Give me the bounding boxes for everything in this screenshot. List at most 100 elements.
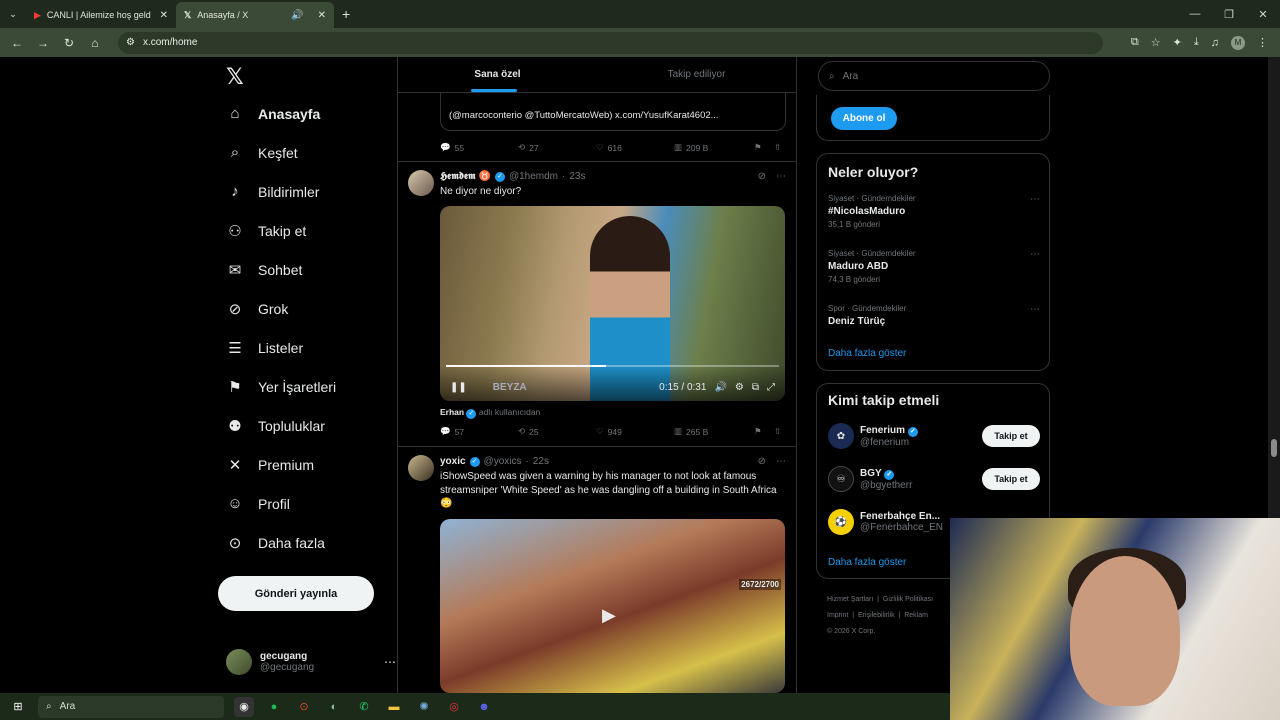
profile-avatar[interactable]: M <box>1231 35 1245 50</box>
subscribe-button[interactable]: Abone ol <box>831 107 897 130</box>
bookmark-icon[interactable]: ⚑ <box>754 426 774 437</box>
x-logo-icon[interactable]: 𝕏 <box>226 65 244 90</box>
footer-link[interactable]: Gizlilik Politikası <box>883 596 933 603</box>
author-handle[interactable]: @yoxics <box>484 456 522 467</box>
browser-tab-x[interactable]: 𝕏 Anasayfa / X 🔊 ✕ <box>176 2 334 28</box>
author-name[interactable]: yoxic <box>440 456 466 467</box>
minimize-icon[interactable]: — <box>1178 0 1212 28</box>
author-handle[interactable]: @1hemdm <box>509 171 558 182</box>
back-icon[interactable]: ← <box>6 36 28 50</box>
play-icon[interactable]: ▶ <box>602 605 616 626</box>
nav-lists[interactable]: ☰ Listeler <box>226 339 303 357</box>
more-dots-icon[interactable]: ⋯ <box>776 171 786 182</box>
fullscreen-icon[interactable]: ⤢ <box>767 382 775 393</box>
post-button[interactable]: Gönderi yayınla <box>218 576 374 611</box>
scrollbar-thumb[interactable] <box>1271 439 1277 457</box>
windows-start-icon[interactable]: ⊞ <box>8 697 28 717</box>
avatar[interactable] <box>408 455 434 481</box>
new-tab-icon[interactable]: + <box>342 6 350 22</box>
spotify-icon[interactable]: ● <box>264 697 284 717</box>
trend-item[interactable]: Siyaset · Gündemdekiler Maduro ABD 74,3 … <box>828 249 1040 284</box>
grok-icon[interactable]: ⊘ <box>758 171 766 182</box>
footer-link[interactable]: Hizmet Şartları <box>827 596 873 603</box>
more-dots-icon[interactable]: ⋯ <box>776 456 786 467</box>
more-dots-icon[interactable]: ⋯ <box>1030 249 1040 260</box>
forward-icon[interactable]: → <box>32 36 54 50</box>
home-browser-icon[interactable]: ⌂ <box>84 36 106 50</box>
nav-follow[interactable]: ⚇ Takip et <box>226 222 306 240</box>
close-tab-icon[interactable]: ✕ <box>318 10 326 21</box>
footer-link[interactable]: Reklam <box>904 612 928 619</box>
nav-more[interactable]: ⊙ Daha fazla <box>226 534 325 552</box>
video-player[interactable]: 2672/2700 ▶ <box>440 519 785 693</box>
like-button[interactable]: ♡ 616 <box>596 142 674 153</box>
repost-button[interactable]: ⟲ 27 <box>518 142 596 153</box>
reload-icon[interactable]: ↻ <box>58 36 80 50</box>
repost-button[interactable]: ⟲ 25 <box>518 426 596 437</box>
pause-icon[interactable]: ❚❚ <box>450 382 467 393</box>
views-button[interactable]: ▥ 209 B <box>674 142 754 153</box>
show-more-link[interactable]: Daha fazla göster <box>828 348 906 359</box>
reply-button[interactable]: 💬 57 <box>440 426 518 437</box>
more-dots-icon[interactable]: ⋯ <box>1030 304 1040 315</box>
nav-grok[interactable]: ⊘ Grok <box>226 300 289 318</box>
views-button[interactable]: ▥ 265 B <box>674 426 754 437</box>
restore-icon[interactable]: ❐ <box>1212 0 1246 28</box>
app-icon[interactable]: ◐ <box>324 697 344 717</box>
more-dots-icon[interactable]: ⋯ <box>384 655 396 669</box>
footer-link[interactable]: Imprint <box>827 612 848 619</box>
reply-button[interactable]: 💬 55 <box>440 142 518 153</box>
bookmark-icon[interactable]: ⚑ <box>754 142 774 153</box>
nav-explore[interactable]: ⌕ Keşfet <box>226 144 298 161</box>
exodus-icon[interactable]: ⊙ <box>294 697 314 717</box>
media-controls-icon[interactable]: ♫ <box>1211 37 1219 49</box>
trend-item[interactable]: Spor · Gündemdekiler Deniz Türüç ⋯ <box>828 304 1040 327</box>
tab-for-you[interactable]: Sana özel <box>398 57 597 92</box>
tab-list-chevron-icon[interactable]: ⌄ <box>0 9 26 20</box>
mute-tab-icon[interactable]: 🔊 <box>291 10 303 21</box>
whatsapp-icon[interactable]: ✆ <box>354 697 374 717</box>
settings-icon[interactable]: ⚙ <box>735 382 744 393</box>
extensions-icon[interactable]: ✦ <box>1173 36 1182 49</box>
nav-notifications[interactable]: ♪ Bildirimler <box>226 183 319 200</box>
pip-icon[interactable]: ⧉ <box>752 382 759 393</box>
footer-link[interactable]: Erişilebilirlik <box>858 612 895 619</box>
chrome-icon[interactable]: ◉ <box>234 696 254 717</box>
share-icon[interactable]: ⇧ <box>774 426 781 437</box>
author-name[interactable]: 𝕳𝖊𝖒𝖉𝖊𝖒 ♉ <box>440 171 491 182</box>
follow-button[interactable]: Takip et <box>982 468 1040 490</box>
menu-icon[interactable]: ⋮ <box>1257 36 1268 49</box>
address-bar[interactable]: ⚙ x.com/home <box>118 31 1103 54</box>
video-player[interactable]: ❚❚ BEYZA 0:15 / 0:31 🔊 ⚙ ⧉ ⤢ <box>440 206 785 401</box>
nav-premium[interactable]: ✕ Premium <box>226 456 314 474</box>
volume-icon[interactable]: 🔊 <box>714 382 726 393</box>
grok-icon[interactable]: ⊘ <box>758 456 766 467</box>
more-dots-icon[interactable]: ⋯ <box>1030 194 1040 205</box>
show-more-link[interactable]: Daha fazla göster <box>828 557 906 568</box>
search-input[interactable]: ⌕ Ara <box>818 61 1050 91</box>
nav-profile[interactable]: ☺ Profil <box>226 495 290 512</box>
follow-button[interactable]: Takip et <box>982 425 1040 447</box>
browser-tab-canli[interactable]: ▶ CANLI | Ailemize hoş geldin ✕ <box>26 2 176 28</box>
install-app-icon[interactable]: ⧉ <box>1131 36 1139 49</box>
nav-bookmarks[interactable]: ⚑ Yer İşaretleri <box>226 378 336 396</box>
bookmark-star-icon[interactable]: ☆ <box>1151 36 1161 49</box>
downloads-icon[interactable]: ⤓ <box>1194 36 1199 49</box>
close-tab-icon[interactable]: ✕ <box>160 10 168 21</box>
post-time[interactable]: 22s <box>533 456 549 467</box>
source-user[interactable]: Erhan <box>440 407 464 417</box>
avatar[interactable] <box>408 170 434 196</box>
obs-icon[interactable]: ◎ <box>444 697 464 717</box>
follow-suggestion[interactable]: ♾ BGY ✓ @bgyetherr Takip et <box>828 466 1040 492</box>
discord-icon[interactable]: ☻ <box>474 697 494 717</box>
nav-communities[interactable]: ⚉ Topluluklar <box>226 417 325 435</box>
share-icon[interactable]: ⇧ <box>774 142 781 153</box>
tab-following[interactable]: Takip ediliyor <box>597 57 796 92</box>
steam-icon[interactable]: ✺ <box>414 697 434 717</box>
nav-home[interactable]: ⌂ Anasayfa <box>226 105 320 122</box>
like-button[interactable]: ♡ 949 <box>596 426 674 437</box>
trend-item[interactable]: Siyaset · Gündemdekiler #NicolasMaduro 3… <box>828 194 1040 229</box>
taskbar-search[interactable]: ⌕ Ara <box>38 695 224 718</box>
file-explorer-icon[interactable]: ▬ <box>384 697 404 717</box>
site-info-icon[interactable]: ⚙ <box>126 37 135 48</box>
